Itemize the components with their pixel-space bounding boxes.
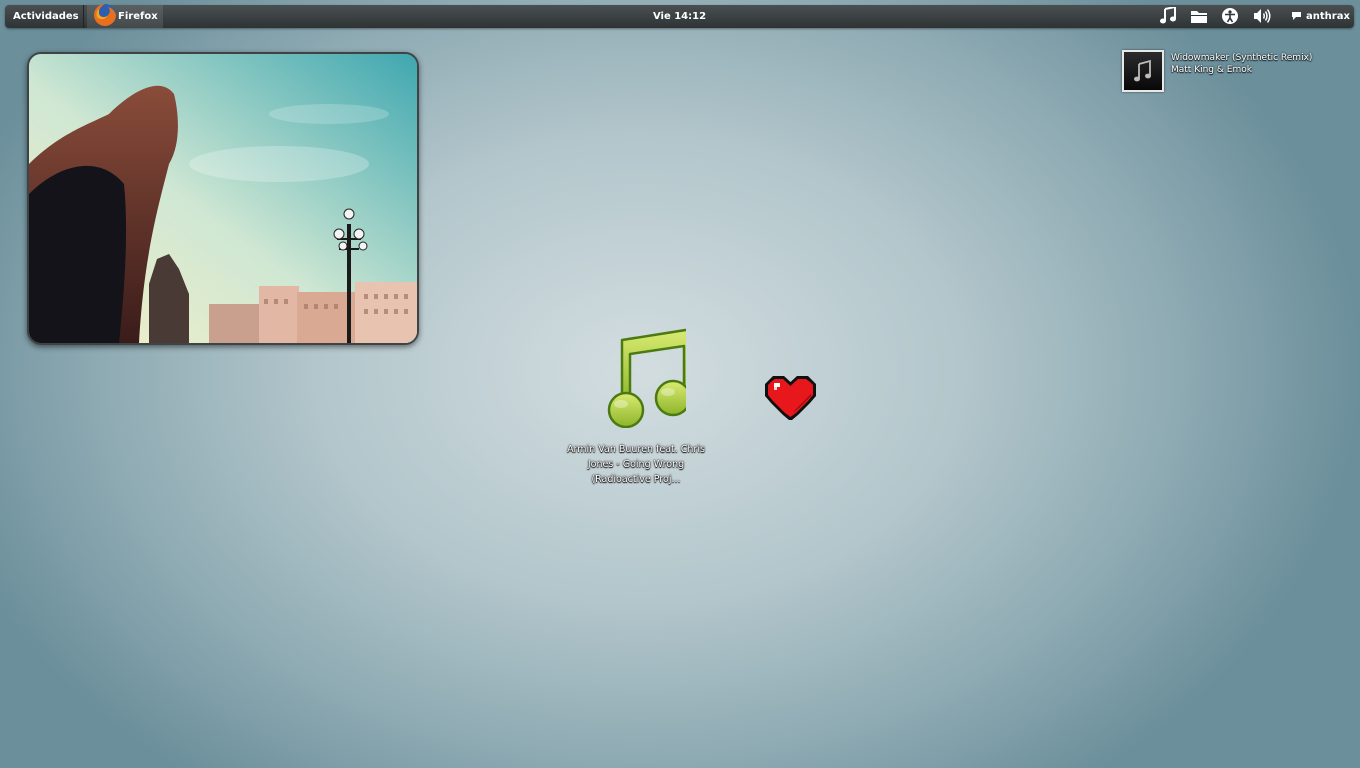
chat-bubble-icon	[1292, 12, 1301, 20]
music-note-icon	[1134, 59, 1151, 82]
user-menu[interactable]: anthrax	[1291, 5, 1350, 28]
song-artist: Matt King & Emok	[1171, 65, 1252, 75]
activities-button[interactable]: Actividades	[5, 5, 84, 28]
firefox-icon	[93, 3, 117, 36]
music-note-icon	[607, 327, 694, 429]
heart-icon[interactable]	[765, 376, 816, 424]
accessibility-icon[interactable]	[1220, 7, 1242, 27]
photo-frame[interactable]	[27, 52, 419, 345]
photo-image	[29, 54, 417, 343]
desktop-music-file[interactable]: Armin Van Buuren feat. Chris Jones - Goi…	[566, 322, 706, 487]
song-title: Widowmaker (Synthetic Remix)	[1171, 53, 1313, 63]
running-app-firefox[interactable]: Firefox	[87, 4, 163, 28]
volume-icon[interactable]	[1252, 7, 1274, 27]
top-panel: Actividades Firefox Vie 14:12 anthrax	[5, 4, 1354, 28]
album-art	[1122, 50, 1164, 92]
clock-text[interactable]: Vie 14:12	[653, 11, 706, 22]
clock: Vie 14:12	[5, 5, 1354, 28]
desktop-music-file-label: Armin Van Buuren feat. Chris Jones - Goi…	[567, 444, 705, 485]
user-name: anthrax	[1306, 11, 1350, 22]
music-note-icon[interactable]	[1158, 5, 1180, 27]
running-app-label: Firefox	[118, 11, 158, 22]
folder-icon[interactable]	[1189, 7, 1211, 27]
